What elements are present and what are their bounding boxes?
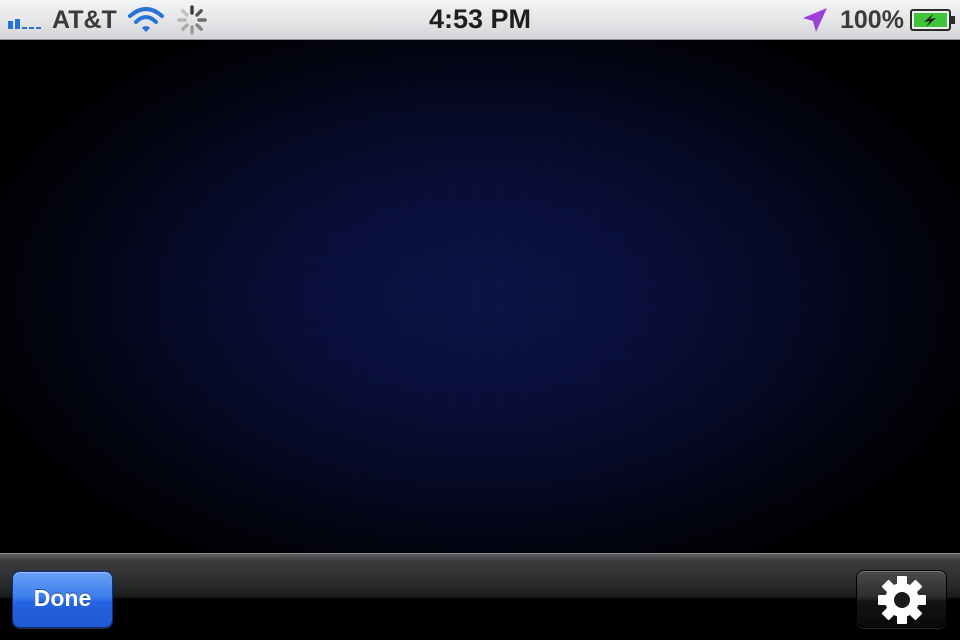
battery-percentage: 100% bbox=[840, 6, 904, 34]
app-screen: AT&T 4:53 PM 100% Done bbox=[0, 0, 960, 640]
battery-charging-icon bbox=[910, 9, 955, 31]
gear-icon bbox=[878, 576, 926, 624]
bottom-toolbar: Done bbox=[0, 553, 960, 640]
settings-button[interactable] bbox=[856, 570, 947, 628]
location-arrow-icon bbox=[803, 8, 827, 32]
main-view[interactable] bbox=[0, 40, 960, 553]
done-button[interactable]: Done bbox=[12, 571, 113, 628]
status-bar: AT&T 4:53 PM 100% bbox=[0, 0, 960, 40]
